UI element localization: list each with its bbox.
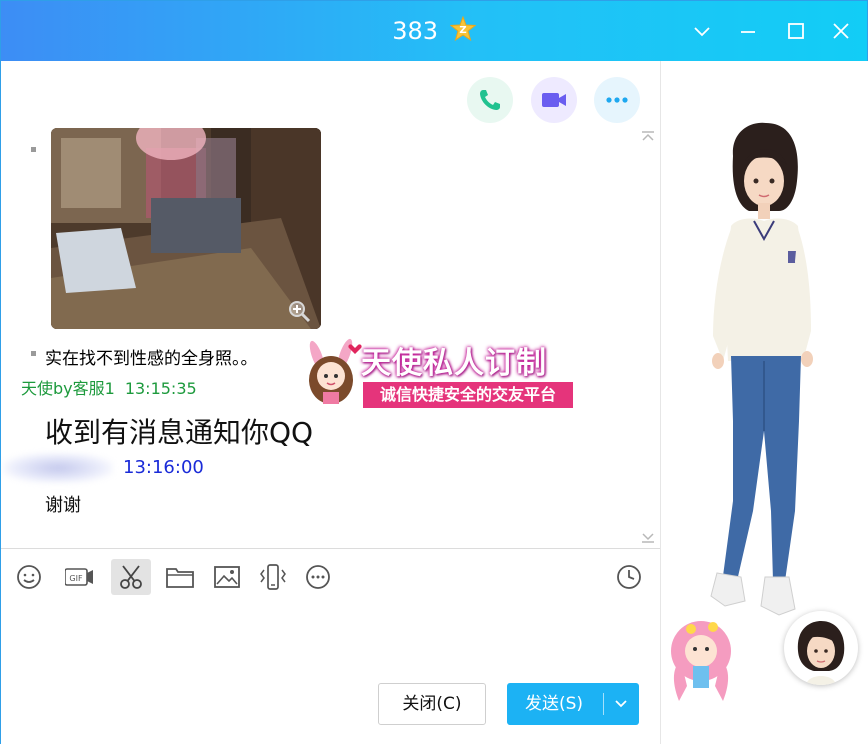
image-icon <box>214 566 240 588</box>
shake-icon <box>260 564 286 590</box>
sender-name[interactable]: 天使by客服1 <box>21 379 115 398</box>
close-button[interactable]: 关闭(C) <box>378 683 486 725</box>
send-separator <box>603 693 604 715</box>
sender-line: 天使by客服1 13:15:35 <box>21 375 197 399</box>
notification-message: 收到有消息通知你QQ <box>45 416 314 449</box>
ad-title: 天使私人订制 <box>361 346 547 381</box>
input-divider <box>1 548 660 549</box>
scroll-up-icon[interactable] <box>641 131 655 141</box>
svg-text:GIF: GIF <box>69 574 83 583</box>
scroll-down-icon[interactable] <box>641 533 655 543</box>
folder-icon <box>166 568 194 588</box>
gif-button[interactable]: GIF <box>59 559 99 595</box>
chat-window: 383 Z 实在找不到性感的全身照。。 天使by客服1 13:15:35 收到有… <box>0 0 868 744</box>
photo-content <box>51 128 321 329</box>
chevron-down-icon[interactable] <box>688 15 716 47</box>
more-button[interactable] <box>594 77 640 123</box>
title-bar[interactable]: 383 Z <box>1 1 867 61</box>
scissors-icon <box>120 565 142 589</box>
gif-icon: GIF <box>65 568 93 586</box>
avatar-portrait-icon <box>797 621 845 685</box>
phone-icon <box>480 90 500 110</box>
self-time: 13:16:00 <box>123 457 204 478</box>
sender-time: 13:15:35 <box>124 379 197 398</box>
reply-message: 谢谢 <box>45 495 81 516</box>
history-button[interactable] <box>609 559 649 595</box>
more-icon <box>606 97 628 103</box>
video-call-button[interactable] <box>531 77 577 123</box>
maximize-icon[interactable] <box>782 15 810 47</box>
zoom-icon[interactable] <box>287 299 311 323</box>
send-button[interactable]: 发送(S) <box>507 683 639 725</box>
image-button[interactable] <box>207 559 247 595</box>
svg-text:Z: Z <box>459 25 466 36</box>
close-icon[interactable] <box>827 15 855 47</box>
received-photo[interactable] <box>51 128 321 329</box>
minimize-icon[interactable] <box>734 15 762 47</box>
shake-button[interactable] <box>253 559 293 595</box>
send-label[interactable]: 发送(S) <box>507 683 601 725</box>
more-tools-icon <box>306 565 330 589</box>
folder-button[interactable] <box>160 559 200 595</box>
more-tools-button[interactable] <box>298 559 338 595</box>
video-icon <box>542 93 566 107</box>
caption-message: 实在找不到性感的全身照。。 <box>45 349 258 369</box>
message-bullet <box>31 147 36 152</box>
self-name-blurred <box>3 453 113 483</box>
bunny-girl-sticker-icon <box>309 338 362 404</box>
star-z-badge-icon: Z <box>449 16 476 42</box>
voice-call-button[interactable] <box>467 77 513 123</box>
message-bullet <box>31 351 36 356</box>
emoji-button[interactable] <box>9 559 49 595</box>
screenshot-button[interactable] <box>111 559 151 595</box>
chevron-down-icon[interactable] <box>611 694 631 714</box>
avatar[interactable] <box>784 611 858 685</box>
clock-icon <box>617 565 641 589</box>
ad-banner[interactable]: 天使私人订制 诚信快捷安全的交友平台 <box>303 336 573 408</box>
ad-subtitle: 诚信快捷安全的交友平台 <box>363 382 573 408</box>
window-title-text: 383 <box>392 17 439 45</box>
message-input[interactable] <box>11 601 651 673</box>
emoji-icon <box>17 565 41 589</box>
